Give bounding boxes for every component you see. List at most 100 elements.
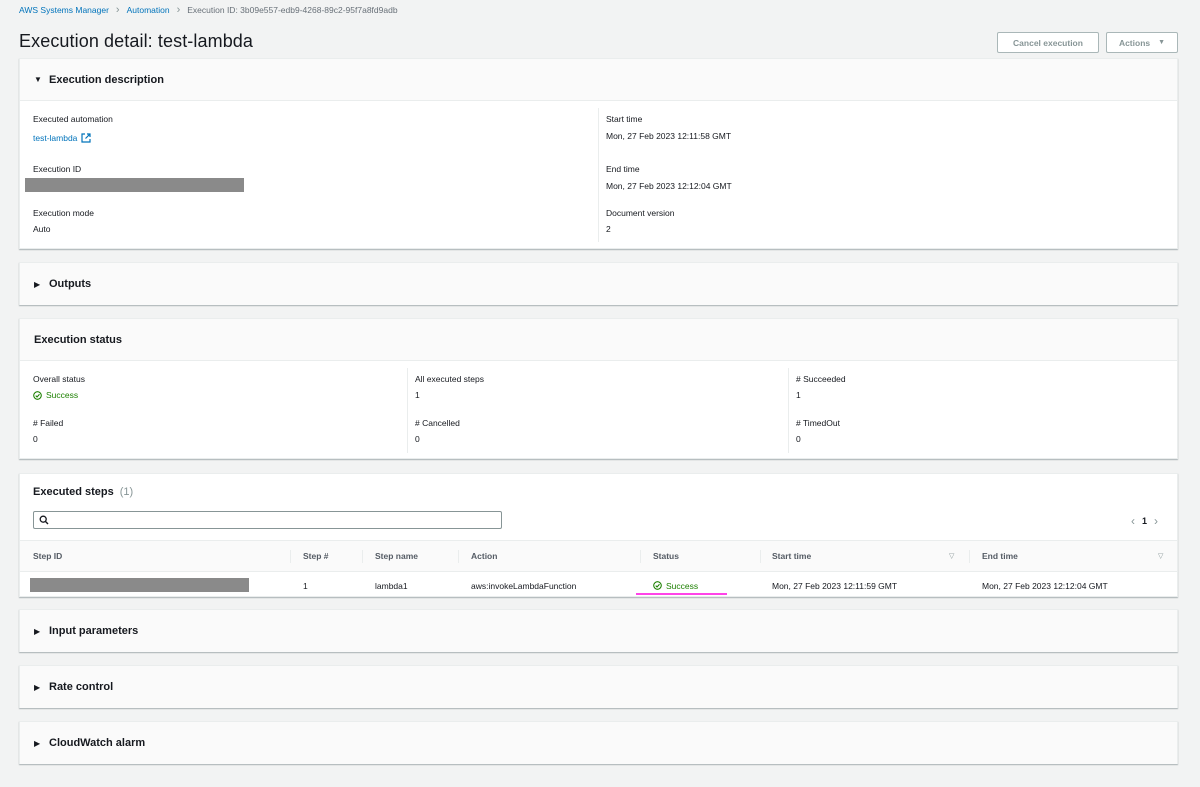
- pagination: ‹ 1 ›: [1124, 514, 1165, 528]
- column-divider: [407, 368, 408, 453]
- execution-status-title: Execution status: [34, 333, 123, 346]
- execution-description-panel: ▼ Execution description Executed automat…: [19, 58, 1178, 249]
- rate-control-header[interactable]: ▶ Rate control: [20, 666, 1177, 708]
- overall-status-text: Success: [46, 390, 79, 400]
- column-separator: [640, 550, 641, 563]
- step-name-cell: lambda1: [375, 580, 408, 591]
- execution-description-title: Execution description: [49, 73, 164, 86]
- step-num-cell: 1: [303, 580, 308, 591]
- column-header-step-id[interactable]: Step ID: [33, 541, 62, 571]
- executed-steps-panel: Executed steps (1) ‹ 1 › Step ID Step # S…: [19, 473, 1178, 597]
- cancel-execution-label: Cancel execution: [1013, 37, 1083, 48]
- succeeded-value: 1: [796, 390, 801, 400]
- steps-search-box[interactable]: [33, 511, 502, 529]
- success-check-icon: [33, 390, 42, 400]
- column-divider: [788, 368, 789, 453]
- executed-steps-count: (1): [119, 486, 134, 498]
- breadcrumb-chevron-icon: ›: [115, 4, 120, 16]
- cancel-execution-button[interactable]: Cancel execution: [997, 32, 1099, 53]
- actions-label: Actions: [1118, 37, 1151, 48]
- breadcrumb: AWS Systems Manager › Automation › Execu…: [19, 4, 398, 16]
- chevron-right-icon[interactable]: ›: [1147, 514, 1165, 528]
- execution-id-redacted: [25, 178, 244, 192]
- actions-button[interactable]: Actions ▼: [1106, 32, 1178, 53]
- executed-steps-title: Executed steps: [33, 486, 114, 498]
- action-cell: aws:invokeLambdaFunction: [471, 580, 577, 591]
- column-separator: [969, 550, 970, 563]
- start-time-value: Mon, 27 Feb 2023 12:11:58 GMT: [606, 131, 732, 141]
- failed-label: # Failed: [33, 418, 64, 428]
- outputs-header[interactable]: ▶ Outputs: [20, 263, 1177, 305]
- breadcrumb-current: Execution ID: 3b09e557-edb9-4268-89c2-95…: [187, 5, 398, 15]
- start-time-label: Start time: [606, 114, 643, 124]
- external-link-icon[interactable]: [81, 133, 92, 143]
- executed-automation-label: Executed automation: [33, 114, 113, 124]
- sort-icon[interactable]: ▽: [949, 552, 954, 560]
- status-text: Success: [666, 580, 699, 591]
- start-time-cell: Mon, 27 Feb 2023 12:11:59 GMT: [772, 580, 898, 591]
- outputs-title: Outputs: [49, 278, 92, 290]
- overall-status-label: Overall status: [33, 374, 85, 384]
- table-row[interactable]: 1 lambda1 aws:invokeLambdaFunction Succe…: [20, 572, 1177, 599]
- input-parameters-panel: ▶ Input parameters: [19, 609, 1178, 652]
- cloudwatch-alarm-header[interactable]: ▶ CloudWatch alarm: [20, 722, 1177, 764]
- page-title: Execution detail: test-lambda: [19, 31, 254, 51]
- succeeded-label: # Succeeded: [796, 374, 846, 384]
- cancelled-value: 0: [415, 434, 420, 444]
- caret-collapsed-icon: ▶: [34, 279, 41, 289]
- breadcrumb-chevron-icon: ›: [176, 4, 181, 16]
- chevron-left-icon[interactable]: ‹: [1124, 514, 1142, 528]
- document-version-label: Document version: [606, 208, 675, 218]
- column-separator: [290, 550, 291, 563]
- column-header-step-name[interactable]: Step name: [375, 541, 418, 571]
- column-divider: [598, 108, 599, 242]
- caret-collapsed-icon: ▶: [34, 738, 41, 748]
- overall-status-value: Success: [33, 390, 78, 402]
- column-header-status[interactable]: Status: [653, 541, 679, 571]
- breadcrumb-link-systems-manager[interactable]: AWS Systems Manager: [19, 5, 109, 15]
- sort-icon[interactable]: ▽: [1158, 552, 1163, 560]
- caret-down-icon: ▼: [1158, 39, 1166, 46]
- caret-expanded-icon: ▼: [34, 75, 42, 84]
- execution-mode-value: Auto: [33, 224, 51, 234]
- column-header-action[interactable]: Action: [471, 541, 497, 571]
- document-version-value: 2: [606, 224, 611, 234]
- cancelled-label: # Cancelled: [415, 418, 460, 428]
- end-time-cell: Mon, 27 Feb 2023 12:12:04 GMT: [982, 580, 1108, 591]
- success-check-icon: [653, 581, 662, 590]
- executed-steps-header: Executed steps (1): [33, 486, 133, 498]
- execution-description-header[interactable]: ▼ Execution description: [20, 59, 1177, 101]
- outputs-panel: ▶ Outputs: [19, 262, 1178, 305]
- rate-control-panel: ▶ Rate control: [19, 665, 1178, 708]
- caret-collapsed-icon: ▶: [34, 682, 41, 692]
- step-id-redacted: [30, 578, 249, 592]
- steps-table-header: Step ID Step # Step name Action Status S…: [20, 540, 1177, 572]
- executed-automation-link[interactable]: test-lambda: [33, 133, 77, 143]
- execution-mode-label: Execution mode: [33, 208, 94, 218]
- all-executed-steps-label: All executed steps: [415, 374, 484, 384]
- input-parameters-header[interactable]: ▶ Input parameters: [20, 610, 1177, 652]
- end-time-label: End time: [606, 164, 640, 174]
- steps-search-input[interactable]: [52, 513, 492, 527]
- column-header-step-num[interactable]: Step #: [303, 541, 329, 571]
- cloudwatch-alarm-title: CloudWatch alarm: [49, 737, 146, 749]
- execution-id-label: Execution ID: [33, 164, 82, 174]
- cloudwatch-alarm-panel: ▶ CloudWatch alarm: [19, 721, 1178, 764]
- column-header-end-time[interactable]: End time: [982, 541, 1018, 571]
- input-parameters-title: Input parameters: [49, 625, 139, 637]
- timedout-value: 0: [796, 434, 801, 444]
- all-executed-steps-value: 1: [415, 390, 420, 400]
- timedout-label: # TimedOut: [796, 418, 840, 428]
- rate-control-title: Rate control: [49, 681, 114, 693]
- column-separator: [458, 550, 459, 563]
- column-separator: [362, 550, 363, 563]
- breadcrumb-link-automation[interactable]: Automation: [127, 5, 170, 15]
- status-highlight-underline: [636, 593, 727, 595]
- column-header-start-time[interactable]: Start time: [772, 541, 811, 571]
- failed-value: 0: [33, 434, 38, 444]
- column-separator: [760, 550, 761, 563]
- execution-status-panel: Execution status Overall status Success …: [19, 318, 1178, 459]
- search-icon: [39, 515, 49, 525]
- execution-status-header: Execution status: [20, 319, 1177, 361]
- caret-collapsed-icon: ▶: [34, 626, 41, 636]
